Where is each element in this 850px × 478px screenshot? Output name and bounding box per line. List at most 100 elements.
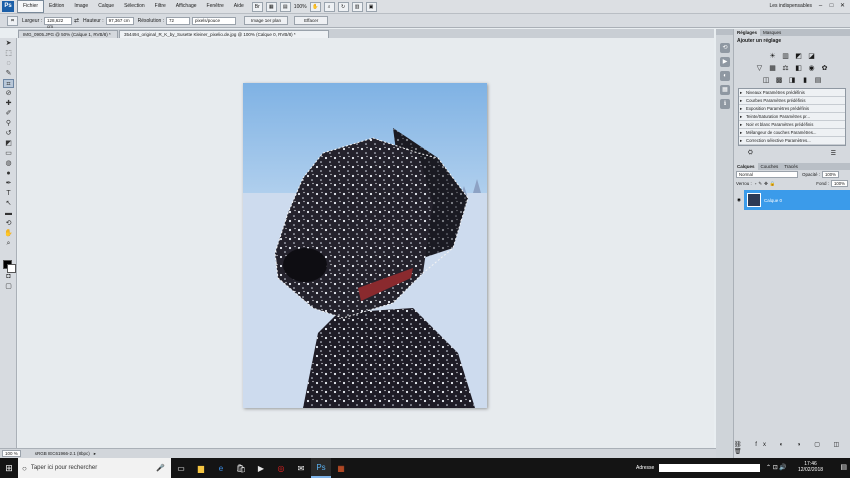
menu-fichier[interactable]: Fichier [17,0,45,13]
clip-icon[interactable]: ⛭ [748,150,753,157]
store-icon[interactable]: 🛍 [231,458,251,478]
preset-item[interactable]: Teinte/Saturation Paramètres pr... [739,113,845,121]
preset-item[interactable]: Niveaux Paramètres prédéfinis [739,89,845,97]
resolution-unit-select[interactable]: pixels/pouce [192,16,237,25]
healing-brush-tool-icon[interactable]: ✚ [3,99,14,108]
front-image-button[interactable]: Image 1er plan [244,16,289,25]
opacity-input[interactable]: 100% [822,171,840,178]
tab-couches[interactable]: Couches [758,163,782,170]
3d-rotate-tool-icon[interactable]: ⟲ [3,219,14,228]
preset-item[interactable]: Noir et blanc Paramètres prédéfinis [739,121,845,129]
tab-masques[interactable]: Masques [760,29,784,36]
exposure-icon[interactable]: ◪ [807,52,816,61]
selective-color-icon[interactable]: ▤ [814,76,823,85]
channel-mixer-icon[interactable]: ✿ [820,64,829,73]
edge-icon[interactable]: e [211,458,231,478]
move-tool-icon[interactable]: ➤ [3,39,14,48]
task-view-icon[interactable]: ▭ [171,458,191,478]
width-input[interactable]: 128,622 cm [44,16,73,29]
menu-affichage[interactable]: Affichage [171,1,202,12]
shape-tool-icon[interactable]: ▬ [3,209,14,218]
resolution-input[interactable]: 72 [166,16,191,25]
file-explorer-icon[interactable]: ▆ [191,458,211,478]
color-balance-icon[interactable]: ⚖ [781,64,790,73]
gradient-map-icon[interactable]: ▮ [801,76,810,85]
layers-footer-icons[interactable]: ⛓ fx ◐ ◑ ▢ ◫ 🗑 [734,441,850,455]
swatches-panel-icon[interactable]: ▦ [720,85,730,95]
lock-icons[interactable]: ▫✎✥🔒 [755,181,778,187]
notifications-icon[interactable]: ▤ [840,463,847,471]
arrange-icon[interactable]: ▥ [351,1,363,12]
height-input[interactable]: 97,367 cm [105,16,134,25]
pen-tool-icon[interactable]: ✒ [3,179,14,188]
black-white-icon[interactable]: ◧ [794,64,803,73]
mail-icon[interactable]: ✉ [291,458,311,478]
menu-fenetre[interactable]: Fenêtre [202,1,229,12]
canvas-area[interactable] [18,38,714,448]
eyedropper-tool-icon[interactable]: ⊘ [3,89,14,98]
tray-icons[interactable]: ⌃ ⊡ 🔊 [766,464,787,471]
quick-mask-icon[interactable]: ◘ [3,272,14,281]
bridge-icon[interactable]: Br [251,1,263,12]
photoshop-icon[interactable]: Ps [311,458,331,478]
status-menu-icon[interactable]: ▸ [94,451,96,457]
preset-item[interactable]: Courbes Paramètres prédéfinis [739,97,845,105]
history-brush-tool-icon[interactable]: ↺ [3,129,14,138]
tab-img-0905[interactable]: IMG_0905.JPG @ 50% (Calque 1, RVB/8) * [18,30,118,38]
posterize-icon[interactable]: ▩ [775,76,784,85]
screen-mode-tool-icon[interactable]: ▢ [3,282,14,291]
status-zoom-field[interactable]: 100 % [2,450,21,457]
zoom-tool-icon[interactable]: ⌕ [3,239,14,248]
tab-traces[interactable]: Tracés [781,163,801,170]
eraser-tool-icon[interactable]: ◩ [3,139,14,148]
hand-tool-icon[interactable]: ✋ [3,229,14,238]
panel-menu-icon[interactable]: ☰ [831,150,836,157]
menu-aide[interactable]: Aide [229,1,249,12]
brightness-icon[interactable]: ☀ [768,52,777,61]
photo-filter-icon[interactable]: ◉ [807,64,816,73]
crop-tool-icon[interactable]: ⌗ [3,79,14,88]
clone-stamp-tool-icon[interactable]: ⚲ [3,119,14,128]
maximize-icon[interactable]: □ [826,1,837,12]
layer-row[interactable]: ◉ Calque 0 [734,190,850,210]
background-color-swatch[interactable] [7,264,16,273]
rotate-view-icon[interactable]: ↻ [337,1,349,12]
preset-item[interactable]: Mélangeur de couches Paramètres... [739,129,845,137]
levels-icon[interactable]: ▥ [781,52,790,61]
brush-tool-icon[interactable]: ✐ [3,109,14,118]
tab-reglages[interactable]: Réglages [734,29,761,36]
microphone-icon[interactable]: 🎤 [156,464,165,472]
fill-input[interactable]: 100% [831,180,848,187]
swap-icon[interactable]: ⇄ [74,17,79,24]
color-panel-icon[interactable]: ◐ [720,71,730,81]
tab-calques[interactable]: Calques [734,163,758,170]
windows-start-icon[interactable]: ⊞ [0,458,18,478]
close-icon[interactable]: ✕ [837,1,848,12]
workspace-switcher[interactable]: Les indispensables [769,3,812,9]
marquee-tool-icon[interactable]: ⬚ [3,49,14,58]
vibrance-icon[interactable]: ▽ [755,64,764,73]
curves-icon[interactable]: ◩ [794,52,803,61]
media-icon[interactable]: ▶ [251,458,271,478]
hue-saturation-icon[interactable]: ▦ [768,64,777,73]
lasso-tool-icon[interactable]: ◌ [3,59,14,68]
layout-icon[interactable]: ▤ [279,1,291,12]
zoom-icon[interactable]: ⌕ [323,1,335,12]
menu-calque[interactable]: Calque [93,1,119,12]
info-panel-icon[interactable]: ℹ [720,99,730,109]
menu-filtre[interactable]: Filtre [150,1,171,12]
crop-tool-icon[interactable]: ⌗ [7,15,18,26]
menu-image[interactable]: Image [69,1,93,12]
quick-selection-tool-icon[interactable]: ✎ [3,69,14,78]
invert-icon[interactable]: ◫ [762,76,771,85]
hand-icon[interactable]: ✋ [309,1,321,12]
preset-item[interactable]: Exposition Paramètres prédéfinis [739,105,845,113]
actions-panel-icon[interactable]: ▶ [720,57,730,67]
layer-name[interactable]: Calque 0 [764,198,782,203]
tab-dog-photo[interactable]: 354494_original_R_K_by_Susette Kleiner_p… [119,30,329,38]
opera-icon[interactable]: ◎ [271,458,291,478]
gradient-tool-icon[interactable]: ▭ [3,149,14,158]
path-selection-tool-icon[interactable]: ↖ [3,199,14,208]
dog-photo[interactable] [243,83,487,408]
clear-button[interactable]: Effacer [294,16,329,25]
